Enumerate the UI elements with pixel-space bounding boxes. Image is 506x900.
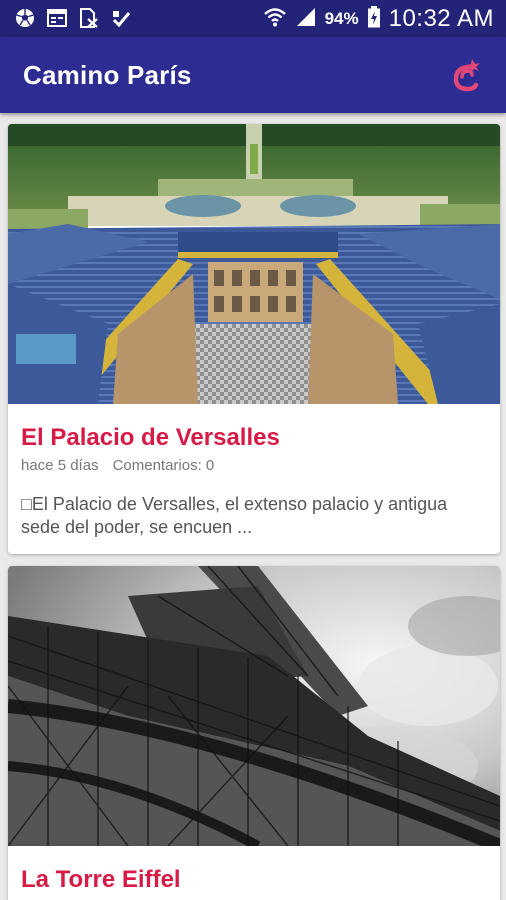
app-logo-icon[interactable] (448, 55, 484, 95)
post-title[interactable]: La Torre Eiffel (21, 866, 181, 894)
post-image-versailles[interactable] (8, 124, 500, 404)
app-bar: Camino París (0, 37, 506, 113)
post-meta: hace 5 días Comentarios: 0 (21, 457, 214, 474)
post-card[interactable]: La Torre Eiffel (8, 566, 500, 900)
post-title[interactable]: El Palacio de Versalles (21, 424, 280, 452)
battery-percent: 94% (324, 9, 359, 28)
document-x-icon (78, 8, 100, 28)
system-status: 94% 10:32 AM (263, 4, 494, 34)
signal-icon (295, 7, 317, 32)
check-icon (110, 8, 132, 28)
wifi-icon (263, 7, 287, 32)
post-comments-count: Comentarios: 0 (112, 457, 215, 474)
post-card[interactable]: El Palacio de Versalles hace 5 días Come… (8, 124, 500, 554)
notification-icons (14, 8, 132, 28)
soccer-ball-icon (14, 8, 36, 28)
app-title: Camino París (23, 60, 192, 90)
clock: 10:32 AM (388, 5, 494, 32)
post-image-eiffel[interactable] (8, 566, 500, 846)
post-date: hace 5 días (21, 457, 99, 474)
calendar-icon (46, 8, 68, 28)
status-bar: 94% 10:32 AM (0, 0, 506, 37)
battery-charging-icon (367, 5, 381, 33)
post-excerpt: □El Palacio de Versalles, el extenso pal… (21, 494, 448, 537)
